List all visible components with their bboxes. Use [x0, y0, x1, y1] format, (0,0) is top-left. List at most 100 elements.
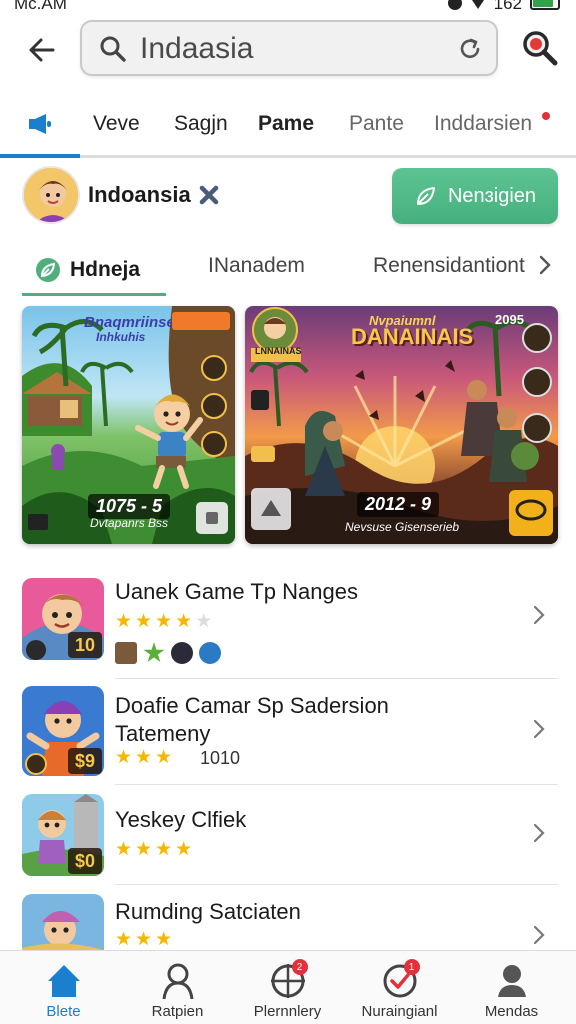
magnify-icon[interactable] — [520, 28, 560, 68]
featured-banner[interactable]: Bnaqmriinse Inhkuhis 1075 - 5 Dvtapanrs … — [22, 306, 235, 544]
chevron-right-icon[interactable] — [532, 924, 546, 946]
feature-icons — [115, 642, 221, 664]
star-filled-icon: ★ — [135, 747, 153, 768]
nav-label: Mendas — [484, 1003, 539, 1020]
nav-mendas[interactable]: Mendas — [454, 951, 569, 1024]
wifi-icon — [469, 0, 486, 9]
nav-home[interactable]: Blete — [6, 951, 121, 1024]
top-bar — [0, 18, 576, 82]
rating-count: 1010 — [200, 748, 241, 768]
bottom-nav: Blete Ratpien 2 Plernnlery 1 Nuraingianl — [0, 950, 576, 1024]
compass-icon — [171, 642, 193, 664]
search-box[interactable] — [80, 20, 498, 76]
sub-tab-inanadem[interactable]: INanadem — [208, 246, 305, 286]
back-arrow-icon — [29, 38, 55, 62]
list-item[interactable]: $0 Yeskey Clfiek ★★★★★ — [0, 794, 576, 886]
account-icon — [497, 965, 526, 997]
app-title: Rumding Satciaten — [115, 899, 301, 924]
status-indicators: 162 — [447, 0, 560, 14]
star-filled-icon: ★ — [115, 839, 133, 860]
nav-label: Blete — [46, 1003, 81, 1020]
category-tabs: Veve Sagjn Pame Pante Inddarsien — [0, 94, 576, 158]
notification-badge: 1 — [403, 959, 420, 975]
star-empty-icon: ★ — [195, 611, 213, 632]
featured-banner[interactable]: Nvpaiumnl DANAINAIS 2095 LNNAINAS 2012 -… — [245, 306, 558, 544]
app-title: Yeskey Clfiek — [115, 807, 247, 832]
price-badge: $9 — [68, 748, 102, 774]
tab-veve[interactable]: Veve — [93, 94, 140, 154]
crosshair-icon: 2 — [268, 959, 308, 1001]
refresh-icon[interactable] — [456, 35, 484, 63]
status-level: 162 — [493, 0, 522, 13]
divider — [115, 884, 558, 885]
nav-label: Nuraingianl — [361, 1003, 438, 1020]
crate-icon — [115, 642, 137, 664]
list-item[interactable]: $9 Doafie Camar Sp Sadersion Tatemeny ★ ★… — [0, 686, 576, 786]
chevron-right-icon[interactable] — [538, 254, 552, 276]
app-icon: 10 — [22, 578, 104, 660]
star-filled-icon: ★ — [155, 929, 173, 950]
sub-tab-label: Hdneja — [70, 257, 141, 281]
megaphone-icon — [29, 114, 51, 134]
list-item[interactable]: 10 Uanek Game Tp Nanges ★ ★ ★ ★ ★ — [0, 578, 576, 679]
star-badge-icon — [143, 642, 165, 663]
banner-title: Bnaqmriinse — [84, 314, 175, 331]
app-title: Doafie Camar Sp Sadersion Tatemeny — [115, 693, 389, 746]
tab-sagjn[interactable]: Sagjn — [174, 94, 228, 154]
nav-plernnlery[interactable]: 2 Plernnlery — [230, 951, 345, 1024]
chevron-right-icon[interactable] — [532, 718, 546, 740]
check-circle-icon: 1 — [380, 959, 420, 1001]
sub-tab-hdneja[interactable]: Hdneja — [22, 246, 166, 296]
banner-caption: Dvtapanrs Bss — [90, 516, 169, 530]
divider — [115, 678, 558, 679]
banner-tag: 2095 — [495, 312, 524, 327]
leaf-icon — [416, 187, 435, 205]
divider — [115, 784, 558, 785]
chevron-right-icon[interactable] — [532, 604, 546, 626]
nav-label: Plernnlery — [253, 1003, 322, 1020]
app-title: Uanek Game Tp Nanges — [115, 579, 358, 604]
banner-headline: DANAINAIS — [351, 324, 474, 349]
sub-tab-renensidantiont[interactable]: Renensidantiont — [373, 246, 525, 286]
banner-subtitle: Inhkuhis — [96, 330, 146, 344]
signal-icon — [447, 0, 462, 10]
chevron-right-icon[interactable] — [532, 822, 546, 844]
app-icon — [22, 894, 104, 950]
star-filled-icon: ★ — [135, 929, 153, 950]
banner-date: 2012 - 9 — [357, 492, 440, 517]
home-icon — [47, 965, 80, 997]
star-filled-icon: ★ — [135, 611, 153, 632]
follow-label: Nenɜigien — [447, 184, 537, 207]
notification-dot — [542, 112, 550, 120]
star-filled-icon: ★ — [175, 839, 193, 860]
app-icon: $9 — [22, 686, 104, 776]
banner-avatar-label: LNNAINAS — [255, 346, 302, 356]
status-time: Mc.AM — [14, 0, 67, 13]
follow-button[interactable]: Nenɜigien — [392, 168, 558, 224]
nav-nuraingianl[interactable]: 1 Nuraingianl — [342, 951, 457, 1024]
avatar[interactable] — [22, 166, 80, 224]
search-icon — [100, 36, 126, 62]
nav-ratpien[interactable]: Ratpien — [120, 951, 235, 1024]
nav-label: Ratpien — [151, 1003, 204, 1020]
verified-badge-icon — [199, 185, 219, 205]
status-bar: Mc.AM 162 — [0, 0, 576, 14]
profile-name: Indoansia — [88, 182, 191, 207]
star-filled-icon: ★ — [155, 611, 173, 632]
back-button[interactable] — [22, 30, 62, 70]
profile-row: Indoansia Nenɜigien — [0, 166, 576, 228]
star-filled-icon: ★ — [115, 929, 133, 950]
search-input[interactable] — [140, 30, 440, 68]
app-icon: $0 — [22, 794, 104, 876]
tab-inddarsien[interactable]: Inddarsien — [434, 94, 532, 154]
star-filled-icon: ★ — [155, 839, 173, 860]
tab-pame[interactable]: Pame — [258, 94, 314, 154]
tab-pante[interactable]: Pante — [349, 94, 404, 154]
battery-icon — [530, 0, 560, 10]
tab-home[interactable] — [0, 94, 80, 158]
person-icon — [162, 963, 193, 1000]
star-rating: ★★★★★ — [115, 612, 212, 631]
globe-icon — [199, 642, 221, 664]
list-item[interactable]: Rumding Satciaten ★★★★★ — [0, 894, 576, 950]
price-badge: $0 — [68, 848, 102, 874]
